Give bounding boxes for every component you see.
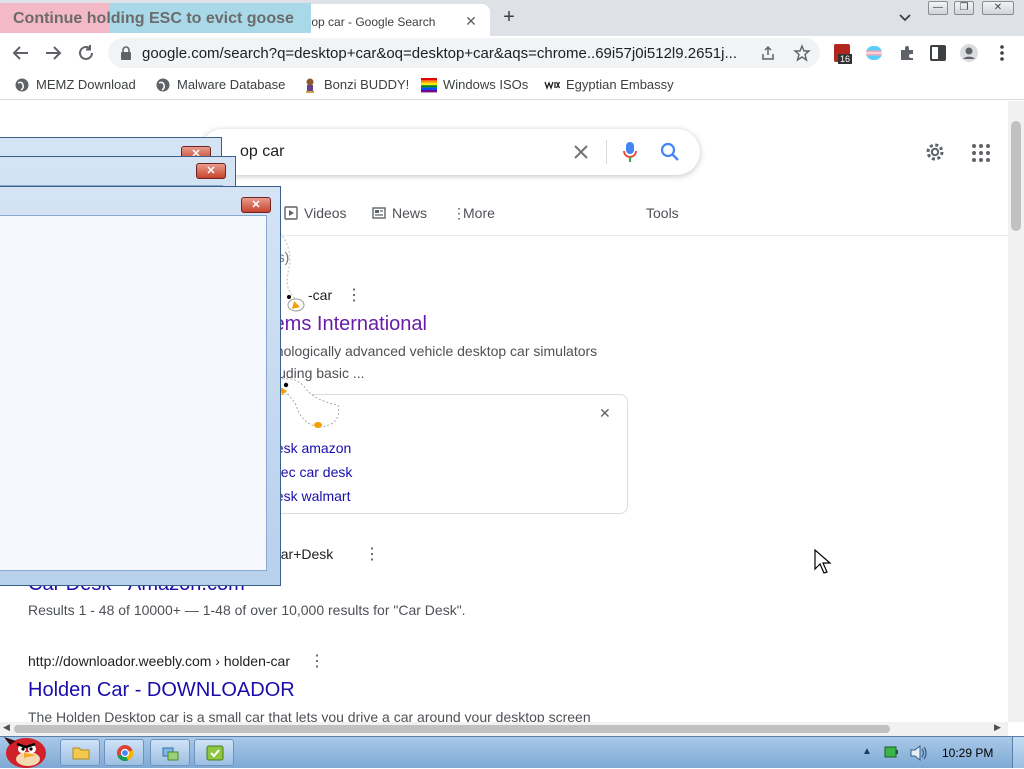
result-snippet: Results 1 - 48 of 10000+ — 1-48 of over … <box>28 602 466 618</box>
result-more-dots-icon[interactable]: ⋮ <box>364 544 380 564</box>
back-arrow-icon[interactable] <box>10 42 32 64</box>
globe-icon <box>15 78 29 92</box>
bookmark-bonzi-buddy[interactable]: Bonzi BUDDY! <box>302 77 410 93</box>
window-close-button[interactable]: ✕ <box>982 1 1014 15</box>
new-tab-button[interactable]: + <box>498 6 520 28</box>
goose-banner-text: Continue holding ESC to evict goose <box>13 10 294 27</box>
tab-label: News <box>392 205 428 221</box>
taskbar-app-button[interactable] <box>194 739 234 766</box>
popup-close-button[interactable]: ✕ <box>241 197 271 213</box>
battery-icon[interactable] <box>884 746 898 758</box>
bookmark-egyptian-embassy[interactable]: Egyptian Embassy <box>544 77 674 93</box>
taskbar-chrome-button[interactable] <box>104 739 144 766</box>
search-divider <box>606 140 607 164</box>
reload-icon[interactable] <box>75 42 97 64</box>
tab-label: Videos <box>304 205 347 221</box>
bookmark-windows-isos[interactable]: Windows ISOs <box>421 77 531 93</box>
taskbar: ▲ 10:29 PM <box>0 736 1024 768</box>
result-title-link[interactable]: Holden Car - DOWNLOADOR <box>28 679 295 702</box>
result-more-dots-icon[interactable]: ⋮ <box>309 651 325 671</box>
forward-arrow-icon[interactable] <box>42 42 64 64</box>
bookmark-star-icon[interactable] <box>793 44 811 62</box>
url-text: google.com/search?q=desktop+car&oq=deskt… <box>142 45 737 62</box>
result-snippet: The Holden Desktop car is a small car th… <box>28 709 591 722</box>
share-icon[interactable] <box>760 45 776 61</box>
green-app-icon <box>206 745 224 761</box>
bookmark-label: Windows ISOs <box>443 77 529 92</box>
horizontal-scrollbar[interactable]: ◀ ▶ <box>0 722 1008 736</box>
tab-title: top car - Google Search <box>308 15 436 29</box>
lock-icon[interactable] <box>120 46 132 60</box>
rainbow-flag-icon <box>421 78 437 93</box>
puzzle-extensions-icon[interactable] <box>896 42 918 64</box>
microphone-icon[interactable] <box>622 141 638 163</box>
tab-label: More <box>463 205 495 221</box>
minimize-button[interactable]: — <box>928 1 948 15</box>
start-angry-bird-icon[interactable] <box>2 731 50 769</box>
bonzi-icon <box>306 78 314 93</box>
vertical-scroll-thumb[interactable] <box>1011 121 1021 231</box>
popup-window[interactable]: ✕ <box>0 186 281 586</box>
popup-content <box>0 215 267 571</box>
search-box[interactable]: op car <box>200 129 700 175</box>
bookmark-label: Egyptian Embassy <box>566 77 674 92</box>
tab-close-icon[interactable]: ✕ <box>462 12 480 30</box>
news-icon <box>372 207 386 219</box>
taskbar-window-button[interactable] <box>150 739 190 766</box>
mouse-cursor-icon <box>814 549 832 574</box>
search-icon[interactable] <box>660 142 680 162</box>
tray-expand-icon[interactable]: ▲ <box>862 746 872 757</box>
bookmark-label: Malware Database <box>177 77 286 92</box>
goose-icon <box>279 232 340 428</box>
maximize-button[interactable]: ❐ <box>954 1 974 15</box>
bookmark-label: MEMZ Download <box>36 77 136 92</box>
folder-icon <box>72 747 90 760</box>
horizontal-scroll-thumb[interactable] <box>14 725 890 733</box>
apps-grid-icon[interactable] <box>971 143 991 163</box>
clear-icon[interactable] <box>572 143 590 161</box>
search-query: op car <box>240 143 285 160</box>
scroll-right-arrow-icon[interactable]: ▶ <box>994 722 1001 733</box>
video-icon <box>284 206 298 220</box>
clock[interactable]: 10:29 PM <box>942 746 993 760</box>
card-close-icon[interactable]: ✕ <box>599 405 611 422</box>
extension-badge: 16 <box>838 54 853 64</box>
chrome-icon <box>117 745 134 762</box>
globe-icon <box>156 78 170 92</box>
windows-switch-icon <box>162 747 179 761</box>
tab-search-chevron-icon[interactable] <box>896 8 914 26</box>
wix-icon <box>544 81 560 90</box>
bookmark-label: Bonzi BUDDY! <box>324 77 410 92</box>
show-desktop-button[interactable] <box>1012 737 1024 768</box>
taskbar-explorer-button[interactable] <box>60 739 100 766</box>
goose-banner: Continue holding ESC to evict goose <box>0 3 311 33</box>
kebab-menu-icon[interactable] <box>991 42 1013 64</box>
volume-icon[interactable] <box>910 745 928 761</box>
popup-close-button[interactable]: ✕ <box>196 163 226 179</box>
bookmarks-bar: MEMZ Download Malware Database Bonzi BUD… <box>0 70 1024 100</box>
settings-gear-icon[interactable] <box>924 141 946 163</box>
tab-strip: top car - Google Search ✕ Continue holdi… <box>0 0 1024 36</box>
profile-avatar-icon[interactable] <box>958 42 980 64</box>
extension-icon[interactable]: 16 <box>834 44 853 64</box>
bookmark-malware-database[interactable]: Malware Database <box>155 77 287 93</box>
browser-toolbar: google.com/search?q=desktop+car&oq=deskt… <box>0 36 1024 70</box>
vertical-scrollbar[interactable] <box>1008 101 1024 722</box>
extension-flag-icon[interactable] <box>866 46 882 60</box>
side-panel-icon[interactable] <box>927 42 949 64</box>
bookmark-memz[interactable]: MEMZ Download <box>14 77 140 93</box>
result-cite: http://downloador.weebly.com › holden-ca… <box>28 653 290 669</box>
tools-button[interactable]: Tools <box>646 205 679 221</box>
address-bar[interactable]: google.com/search?q=desktop+car&oq=deskt… <box>108 38 820 68</box>
